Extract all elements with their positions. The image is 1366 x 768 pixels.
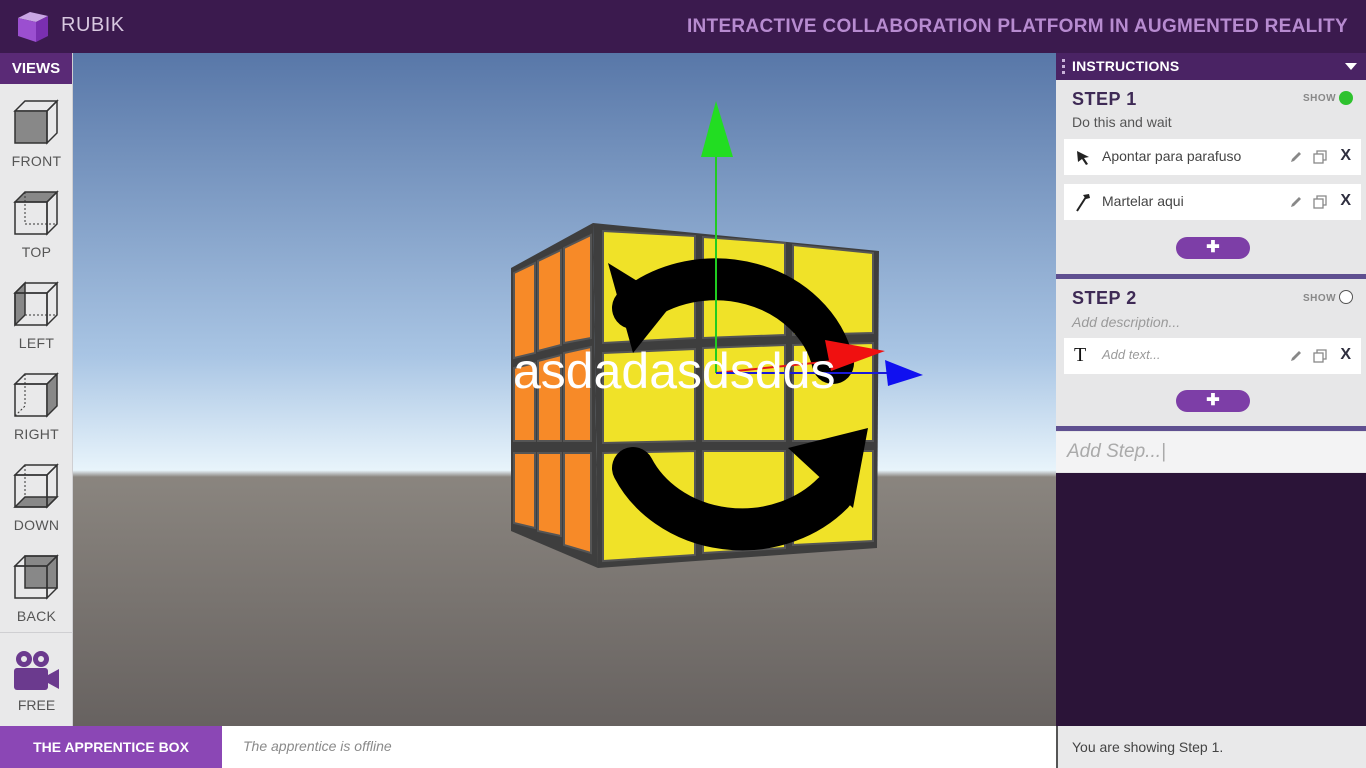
cube-front-icon <box>13 99 59 145</box>
step-description-input[interactable]: Add description... <box>1072 314 1180 330</box>
pencil-icon[interactable] <box>1289 150 1303 164</box>
show-toggle-on[interactable] <box>1339 91 1353 105</box>
view-right-button[interactable]: RIGHT <box>0 360 73 451</box>
step-title[interactable]: STEP 1 <box>1072 89 1137 110</box>
duplicate-icon[interactable] <box>1313 349 1327 363</box>
add-step-placeholder: Add Step...| <box>1067 441 1166 462</box>
delete-item-button[interactable]: X <box>1340 147 1351 165</box>
instructions-header[interactable]: INSTRUCTIONS <box>1056 53 1366 80</box>
view-label: RIGHT <box>13 426 60 442</box>
step-divider <box>1056 426 1366 431</box>
show-label: SHOW <box>1303 293 1337 304</box>
duplicate-icon[interactable] <box>1313 150 1327 164</box>
instructions-title: INSTRUCTIONS <box>1072 58 1180 74</box>
add-item-button[interactable]: ✚ <box>1176 237 1250 259</box>
view-front-button[interactable]: FRONT <box>0 87 73 178</box>
views-title: VIEWS <box>0 53 72 84</box>
view-label: TOP <box>21 244 52 260</box>
delete-item-button[interactable]: X <box>1340 346 1351 364</box>
scene-text-label[interactable]: asdadasdsdds <box>513 343 835 399</box>
cube-right-icon <box>13 372 59 418</box>
apprentice-box-button[interactable]: THE APPRENTICE BOX <box>0 726 222 768</box>
cube-top-icon <box>13 190 59 236</box>
pencil-icon[interactable] <box>1289 349 1303 363</box>
cube-down-icon <box>13 463 59 509</box>
view-down-button[interactable]: DOWN <box>0 451 73 542</box>
collapse-caret-icon[interactable] <box>1345 63 1357 70</box>
view-label: LEFT <box>18 335 55 351</box>
view-left-button[interactable]: LEFT <box>0 269 73 360</box>
instruction-item[interactable]: T Add text... X <box>1064 338 1361 374</box>
scene-viewport[interactable]: asdadasdsdds <box>73 53 1056 726</box>
showing-status-text: You are showing Step 1. <box>1072 739 1224 755</box>
pencil-icon[interactable] <box>1289 195 1303 209</box>
views-panel: VIEWS FRONT TOP LEFT RIGHT DOWN BACK FRE… <box>0 53 73 726</box>
instructions-panel: INSTRUCTIONS STEP 1 SHOW Do this and wai… <box>1056 53 1366 473</box>
text-icon: T <box>1074 344 1087 366</box>
step-title[interactable]: STEP 2 <box>1072 288 1137 309</box>
app-header: RUBIK INTERACTIVE COLLABORATION PLATFORM… <box>0 0 1366 53</box>
duplicate-icon[interactable] <box>1313 195 1327 209</box>
scene-canvas[interactable]: asdadasdsdds <box>73 53 1056 726</box>
item-text-input[interactable]: Add text... <box>1102 347 1161 362</box>
app-tagline: INTERACTIVE COLLABORATION PLATFORM IN AU… <box>686 16 1348 37</box>
view-label: FRONT <box>11 153 62 169</box>
views-divider <box>0 632 73 633</box>
view-label: DOWN <box>13 517 60 533</box>
step-divider <box>1056 274 1366 279</box>
show-toggle-off[interactable] <box>1339 290 1353 304</box>
view-label: BACK <box>16 608 57 624</box>
apprentice-status: The apprentice is offline <box>243 738 392 754</box>
add-item-button[interactable]: ✚ <box>1176 390 1250 412</box>
cube-left-icon <box>13 281 59 327</box>
view-top-button[interactable]: TOP <box>0 178 73 269</box>
instruction-item[interactable]: Apontar para parafuso X <box>1064 139 1361 175</box>
view-free-button[interactable]: FREE <box>0 645 73 725</box>
drag-handle-icon[interactable] <box>1062 59 1065 74</box>
add-step-input[interactable]: Add Step...| <box>1056 432 1366 472</box>
cube-back-icon <box>13 554 59 600</box>
instruction-item[interactable]: Martelar aqui X <box>1064 184 1361 220</box>
bottom-bar: THE APPRENTICE BOX The apprentice is off… <box>0 726 1366 768</box>
step-description[interactable]: Do this and wait <box>1072 114 1172 130</box>
delete-item-button[interactable]: X <box>1340 192 1351 210</box>
view-label: FREE <box>17 697 56 713</box>
brand-name: RUBIK <box>61 14 125 36</box>
showing-status-panel: You are showing Step 1. <box>1056 726 1366 768</box>
hammer-icon <box>1076 194 1090 212</box>
pointer-icon <box>1077 151 1089 165</box>
view-back-button[interactable]: BACK <box>0 542 73 633</box>
item-text[interactable]: Martelar aqui <box>1102 193 1184 209</box>
show-label: SHOW <box>1303 93 1337 104</box>
video-camera-icon <box>14 651 59 690</box>
item-text[interactable]: Apontar para parafuso <box>1102 148 1241 164</box>
rubik-logo-icon <box>18 12 48 42</box>
